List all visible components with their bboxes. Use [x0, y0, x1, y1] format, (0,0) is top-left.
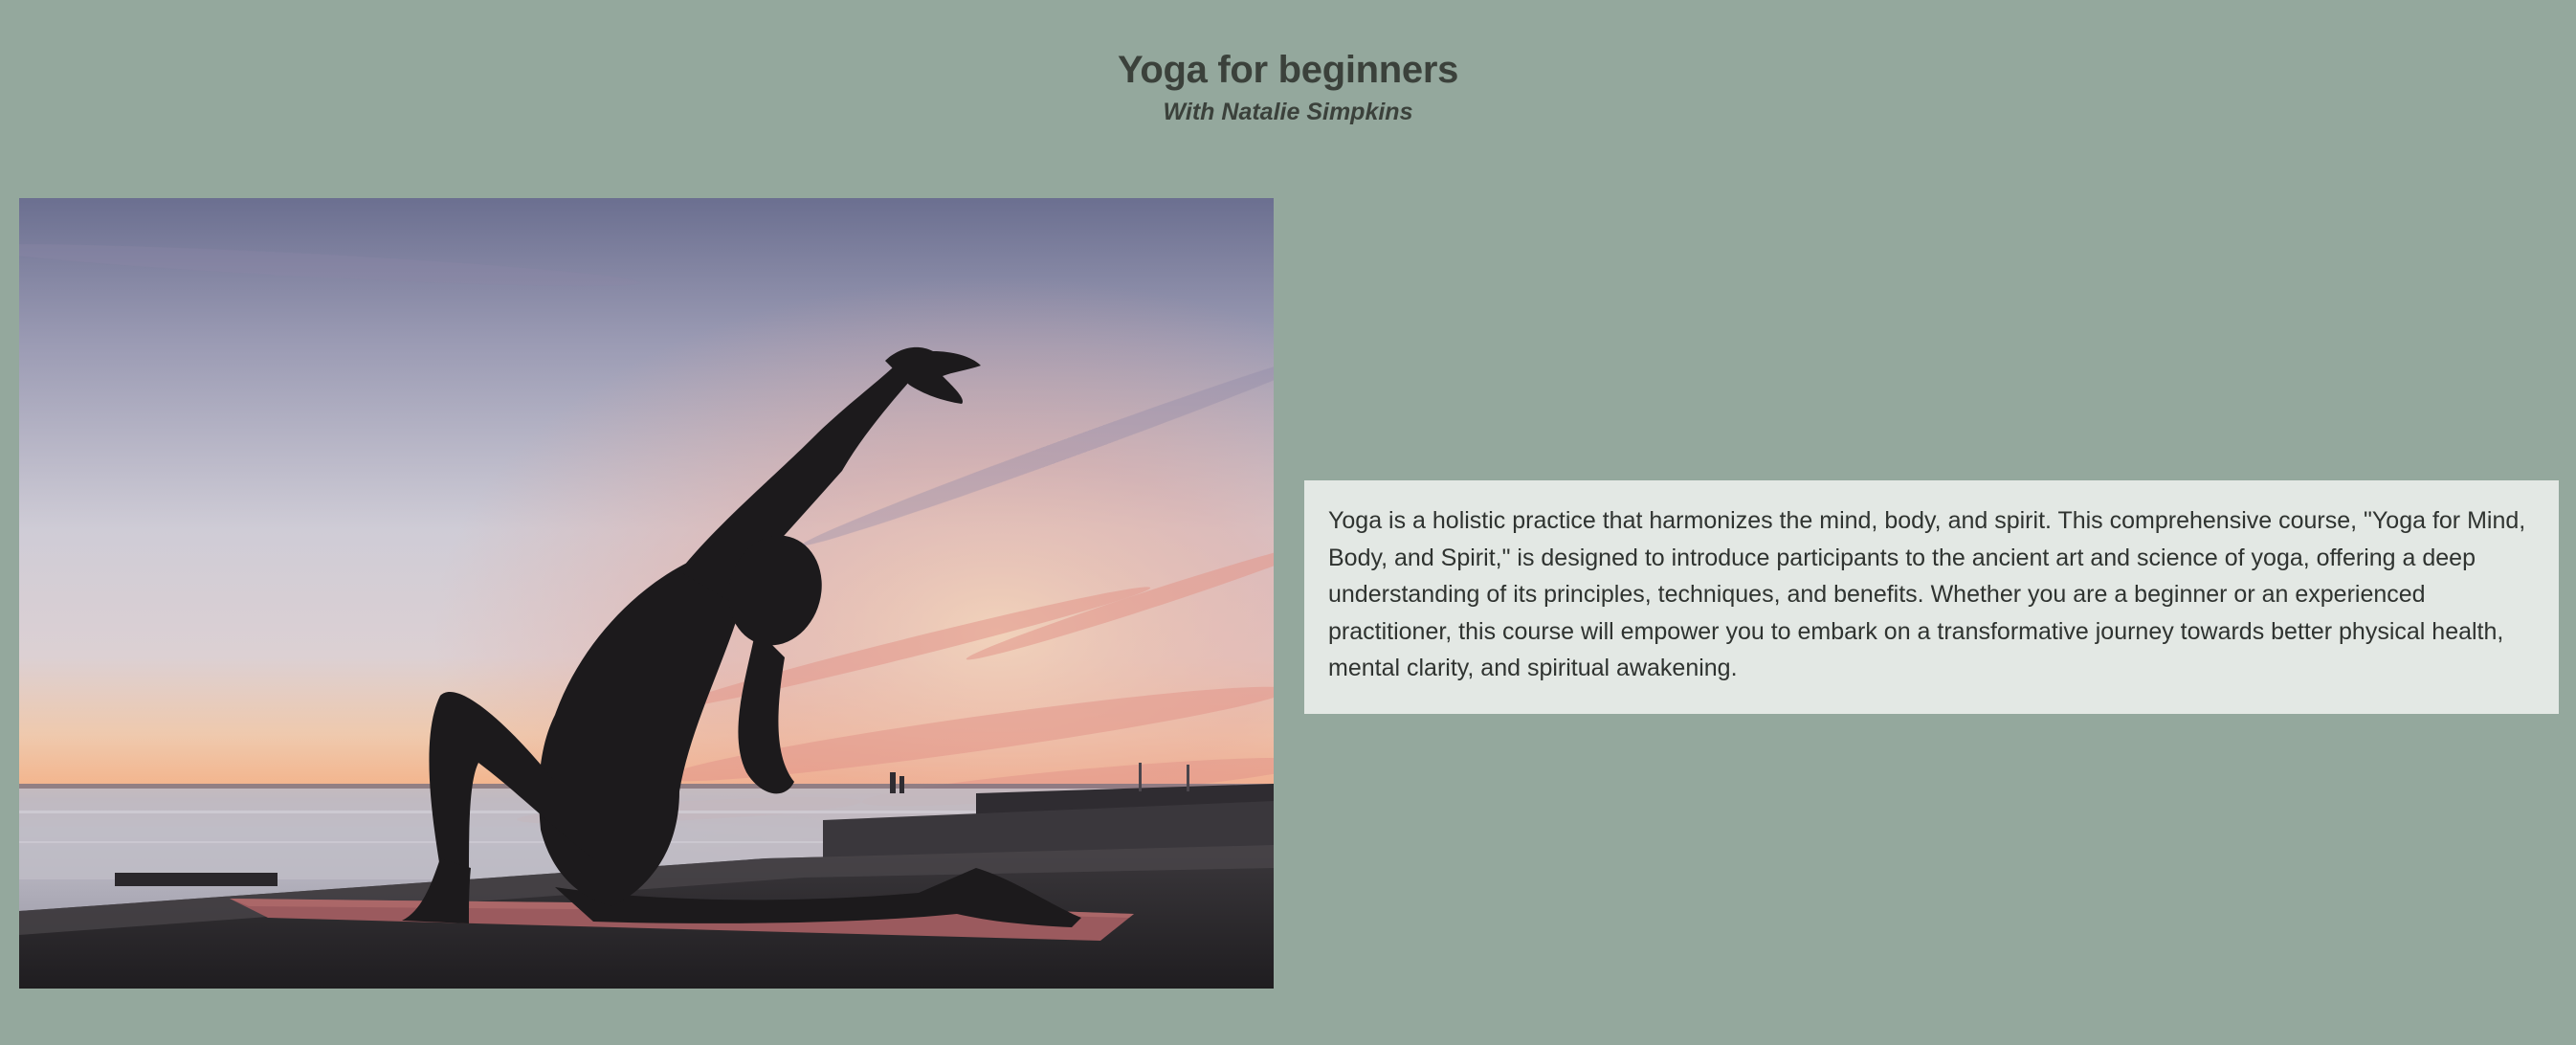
page-title: Yoga for beginners	[1117, 49, 1459, 91]
instructor-subtitle: With Natalie Simpkins	[1163, 99, 1413, 125]
sunset-yoga-silhouette-photo	[19, 198, 1274, 989]
description-panel: Yoga is a holistic practice that harmoni…	[1304, 480, 2559, 714]
hero-photo	[19, 198, 1274, 989]
course-description: Yoga is a holistic practice that harmoni…	[1328, 507, 2526, 681]
